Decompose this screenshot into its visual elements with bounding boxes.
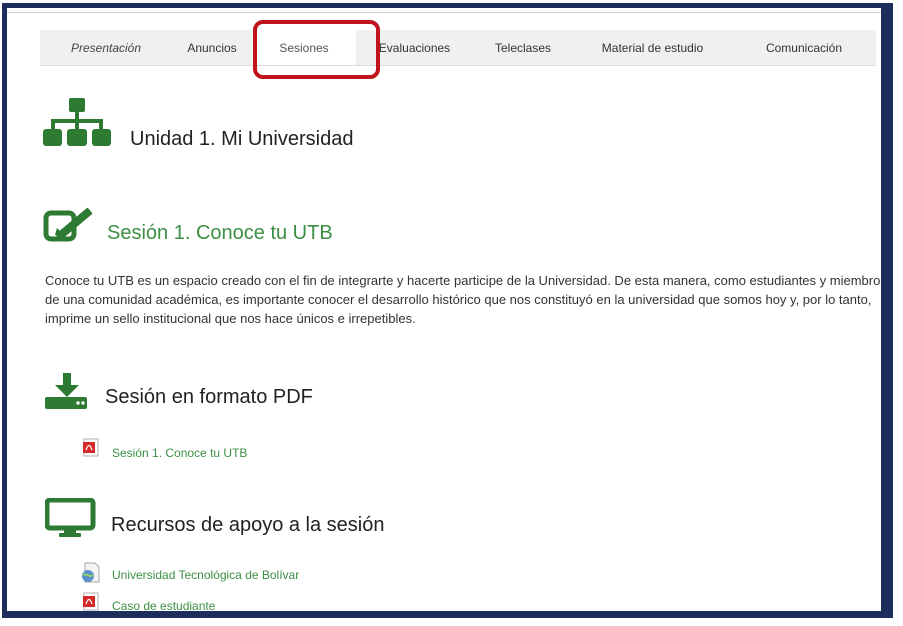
monitor-icon [45,498,96,537]
web-page-icon [82,562,100,583]
tab-presentacion[interactable]: Presentación [40,30,172,65]
session-description: Conoce tu UTB es un espacio creado con e… [45,273,887,326]
resources-section-title: Recursos de apoyo a la sesión [111,514,385,536]
tab-anuncios[interactable]: Anuncios [172,30,252,65]
edit-icon [43,207,93,242]
resource-link-utb[interactable]: Universidad Tecnológica de Bolívar [112,568,299,582]
session-title: Sesión 1. Conoce tu UTB [107,222,333,244]
pdf-icon [83,438,99,457]
tab-comunicacion[interactable]: Comunicación [732,30,876,65]
content-frame: Presentación Anuncios Sesiones Evaluacio… [2,3,893,618]
tab-teleclases[interactable]: Teleclases [473,30,573,65]
pdf-section-title: Sesión en formato PDF [105,386,313,408]
tab-material-de-estudio[interactable]: Material de estudio [573,30,732,65]
pdf-link-session-1[interactable]: Sesión 1. Conoce tu UTB [112,446,247,460]
sitemap-icon [43,98,111,146]
download-icon [45,373,87,409]
resource-link-caso-estudiante[interactable]: Caso de estudiante [112,599,215,611]
pdf-icon [83,592,99,611]
active-tab-highlight [253,20,380,79]
unit-title: Unidad 1. Mi Universidad [130,128,354,150]
top-divider [7,12,881,13]
tab-bar: Presentación Anuncios Sesiones Evaluacio… [40,30,876,66]
